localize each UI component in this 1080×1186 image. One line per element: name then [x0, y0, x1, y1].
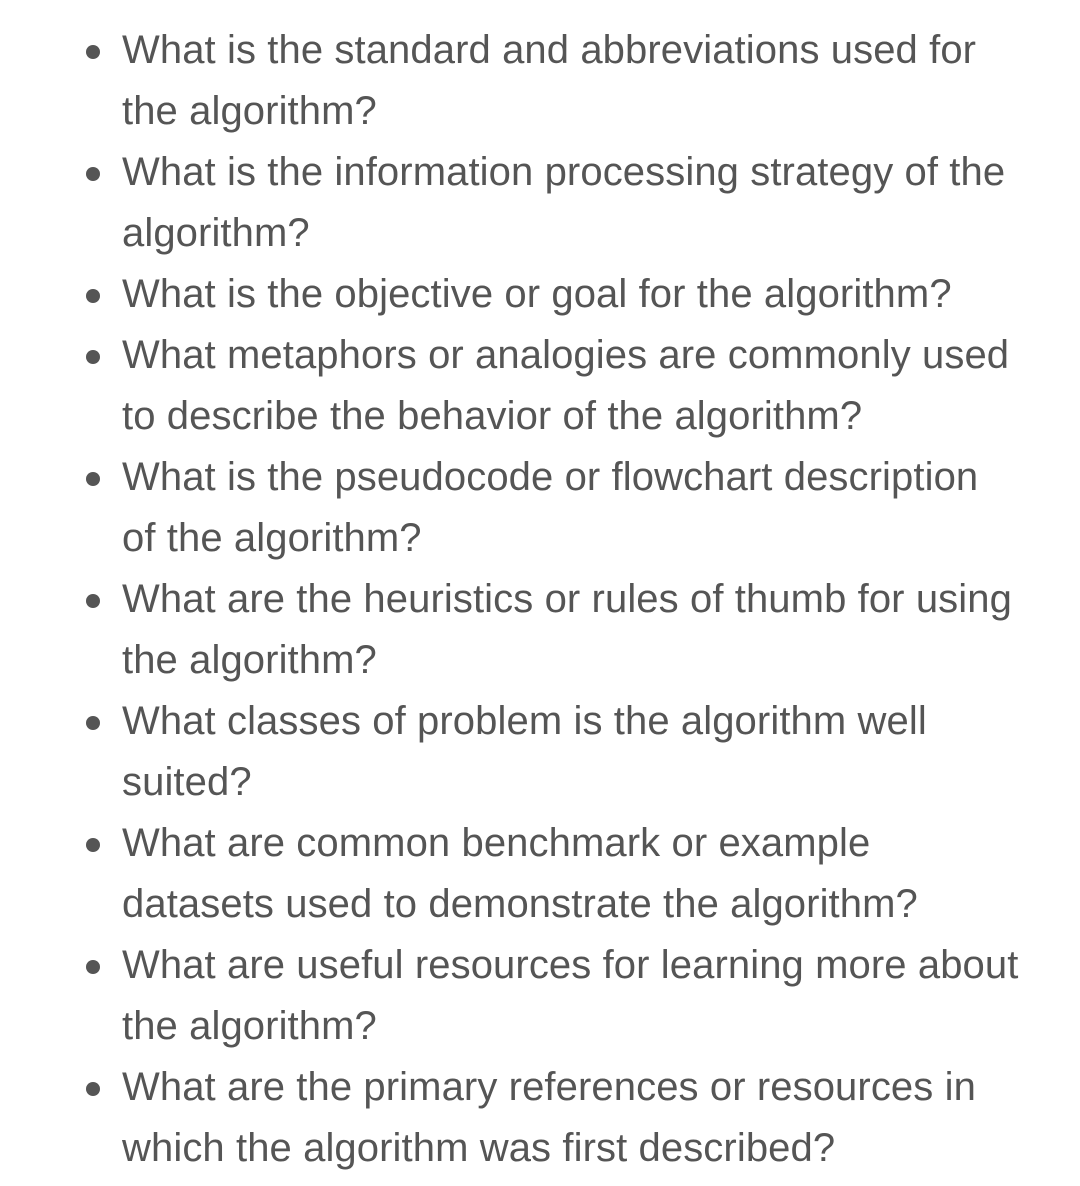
list-item: What is the standard and abbreviations u… [0, 20, 1080, 142]
bullet-icon [86, 472, 100, 486]
question-list-container: What is the standard and abbreviations u… [0, 20, 1080, 1179]
line: What are the heuristics or rules of thum… [122, 577, 1012, 621]
bullet-icon [86, 350, 100, 364]
line: the algorithm? [122, 638, 377, 682]
line: What is the objective or goal for the al… [122, 272, 952, 316]
line: the algorithm? [122, 1004, 377, 1048]
line: What are common benchmark or example [122, 821, 871, 865]
list-item: What are the heuristics or rules of thum… [0, 569, 1080, 691]
bullet-icon [86, 45, 100, 59]
line: to describe the behavior of the algorith… [122, 394, 863, 438]
bullet-icon [86, 716, 100, 730]
list-item: What is the information processing strat… [0, 142, 1080, 264]
list-item: What is the pseudocode or flowchart desc… [0, 447, 1080, 569]
line: which the algorithm was first described? [122, 1126, 836, 1170]
line: What metaphors or analogies are commonly… [122, 333, 1010, 377]
line: What is the pseudocode or flowchart desc… [122, 455, 979, 499]
bullet-icon [86, 838, 100, 852]
line: What is the information processing strat… [122, 150, 1006, 194]
line: What are the primary references or resou… [122, 1065, 976, 1109]
bullet-icon [86, 594, 100, 608]
line: What is the standard and abbreviations u… [122, 28, 977, 72]
list-item: What are common benchmark or example dat… [0, 813, 1080, 935]
line: the algorithm? [122, 89, 377, 133]
bullet-icon [86, 1082, 100, 1096]
bullet-icon [86, 960, 100, 974]
line: algorithm? [122, 211, 310, 255]
list-item: What is the objective or goal for the al… [0, 264, 1080, 325]
line: suited? [122, 760, 252, 804]
line: of the algorithm? [122, 516, 422, 560]
list-item: What metaphors or analogies are commonly… [0, 325, 1080, 447]
line: What classes of problem is the algorithm… [122, 699, 927, 743]
question-list: What is the standard and abbreviations u… [0, 20, 1080, 1179]
bullet-icon [86, 167, 100, 181]
list-item: What classes of problem is the algorithm… [0, 691, 1080, 813]
list-item: What are useful resources for learning m… [0, 935, 1080, 1057]
line: What are useful resources for learning m… [122, 943, 1019, 987]
list-item: What are the primary references or resou… [0, 1057, 1080, 1179]
bullet-icon [86, 289, 100, 303]
line: datasets used to demonstrate the algorit… [122, 882, 918, 926]
